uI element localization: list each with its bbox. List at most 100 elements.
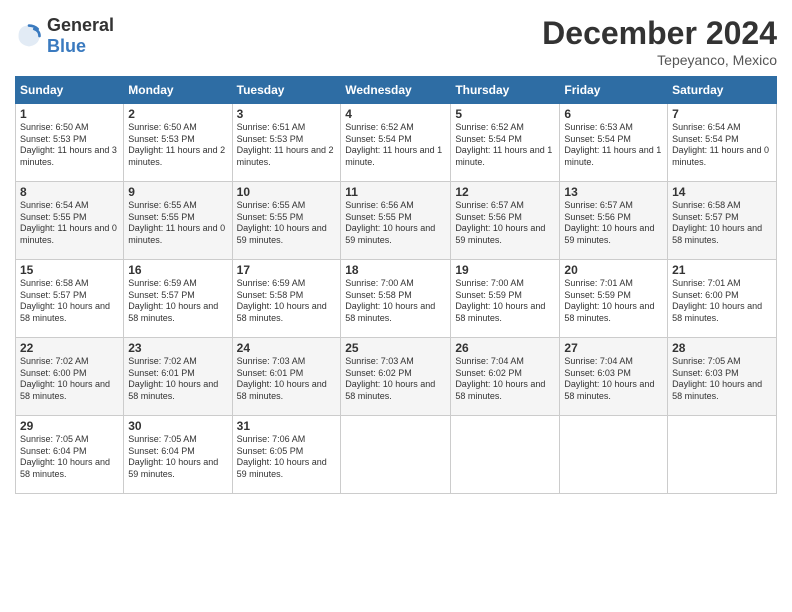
calendar-week-row: 1 Sunrise: 6:50 AMSunset: 5:53 PMDayligh… xyxy=(16,104,777,182)
day-info: Sunrise: 6:51 AMSunset: 5:53 PMDaylight:… xyxy=(237,122,337,169)
calendar-cell: 6 Sunrise: 6:53 AMSunset: 5:54 PMDayligh… xyxy=(560,104,668,182)
calendar-table: SundayMondayTuesdayWednesdayThursdayFrid… xyxy=(15,76,777,494)
header-area: General Blue December 2024 Tepeyanco, Me… xyxy=(15,15,777,68)
day-info: Sunrise: 6:57 AMSunset: 5:56 PMDaylight:… xyxy=(564,200,663,247)
weekday-header: Friday xyxy=(560,77,668,104)
day-number: 25 xyxy=(345,341,446,355)
day-number: 12 xyxy=(455,185,555,199)
day-info: Sunrise: 7:05 AMSunset: 6:04 PMDaylight:… xyxy=(128,434,227,481)
weekday-header: Wednesday xyxy=(341,77,451,104)
calendar-cell: 11 Sunrise: 6:56 AMSunset: 5:55 PMDaylig… xyxy=(341,182,451,260)
logo-blue: Blue xyxy=(47,36,86,56)
calendar-cell: 14 Sunrise: 6:58 AMSunset: 5:57 PMDaylig… xyxy=(668,182,777,260)
day-number: 23 xyxy=(128,341,227,355)
calendar-cell: 29 Sunrise: 7:05 AMSunset: 6:04 PMDaylig… xyxy=(16,416,124,494)
calendar-cell xyxy=(451,416,560,494)
calendar-cell: 24 Sunrise: 7:03 AMSunset: 6:01 PMDaylig… xyxy=(232,338,341,416)
calendar-cell: 5 Sunrise: 6:52 AMSunset: 5:54 PMDayligh… xyxy=(451,104,560,182)
day-number: 7 xyxy=(672,107,772,121)
day-number: 29 xyxy=(20,419,119,433)
day-info: Sunrise: 7:01 AMSunset: 5:59 PMDaylight:… xyxy=(564,278,663,325)
calendar-cell: 19 Sunrise: 7:00 AMSunset: 5:59 PMDaylig… xyxy=(451,260,560,338)
calendar-cell: 26 Sunrise: 7:04 AMSunset: 6:02 PMDaylig… xyxy=(451,338,560,416)
logo-text: General Blue xyxy=(47,15,114,57)
calendar-cell: 28 Sunrise: 7:05 AMSunset: 6:03 PMDaylig… xyxy=(668,338,777,416)
calendar-cell xyxy=(668,416,777,494)
day-number: 1 xyxy=(20,107,119,121)
weekday-header: Thursday xyxy=(451,77,560,104)
day-info: Sunrise: 7:00 AMSunset: 5:58 PMDaylight:… xyxy=(345,278,446,325)
day-number: 6 xyxy=(564,107,663,121)
day-number: 8 xyxy=(20,185,119,199)
day-number: 11 xyxy=(345,185,446,199)
day-number: 17 xyxy=(237,263,337,277)
calendar-cell: 20 Sunrise: 7:01 AMSunset: 5:59 PMDaylig… xyxy=(560,260,668,338)
calendar-cell: 3 Sunrise: 6:51 AMSunset: 5:53 PMDayligh… xyxy=(232,104,341,182)
day-info: Sunrise: 6:58 AMSunset: 5:57 PMDaylight:… xyxy=(20,278,119,325)
day-info: Sunrise: 6:59 AMSunset: 5:58 PMDaylight:… xyxy=(237,278,337,325)
day-number: 3 xyxy=(237,107,337,121)
calendar-cell: 30 Sunrise: 7:05 AMSunset: 6:04 PMDaylig… xyxy=(124,416,232,494)
day-info: Sunrise: 6:53 AMSunset: 5:54 PMDaylight:… xyxy=(564,122,663,169)
day-info: Sunrise: 7:01 AMSunset: 6:00 PMDaylight:… xyxy=(672,278,772,325)
day-number: 24 xyxy=(237,341,337,355)
day-info: Sunrise: 7:02 AMSunset: 6:00 PMDaylight:… xyxy=(20,356,119,403)
day-info: Sunrise: 7:05 AMSunset: 6:04 PMDaylight:… xyxy=(20,434,119,481)
calendar-cell: 15 Sunrise: 6:58 AMSunset: 5:57 PMDaylig… xyxy=(16,260,124,338)
day-info: Sunrise: 7:04 AMSunset: 6:02 PMDaylight:… xyxy=(455,356,555,403)
day-number: 21 xyxy=(672,263,772,277)
day-info: Sunrise: 6:58 AMSunset: 5:57 PMDaylight:… xyxy=(672,200,772,247)
calendar-cell: 7 Sunrise: 6:54 AMSunset: 5:54 PMDayligh… xyxy=(668,104,777,182)
day-info: Sunrise: 7:06 AMSunset: 6:05 PMDaylight:… xyxy=(237,434,337,481)
weekday-header: Saturday xyxy=(668,77,777,104)
calendar-cell: 17 Sunrise: 6:59 AMSunset: 5:58 PMDaylig… xyxy=(232,260,341,338)
weekday-header: Sunday xyxy=(16,77,124,104)
day-number: 16 xyxy=(128,263,227,277)
day-info: Sunrise: 6:50 AMSunset: 5:53 PMDaylight:… xyxy=(20,122,119,169)
month-title: December 2024 xyxy=(542,15,777,52)
day-number: 4 xyxy=(345,107,446,121)
calendar-cell: 31 Sunrise: 7:06 AMSunset: 6:05 PMDaylig… xyxy=(232,416,341,494)
weekday-header: Monday xyxy=(124,77,232,104)
day-number: 14 xyxy=(672,185,772,199)
day-info: Sunrise: 6:54 AMSunset: 5:54 PMDaylight:… xyxy=(672,122,772,169)
day-info: Sunrise: 7:02 AMSunset: 6:01 PMDaylight:… xyxy=(128,356,227,403)
day-number: 18 xyxy=(345,263,446,277)
calendar-cell: 27 Sunrise: 7:04 AMSunset: 6:03 PMDaylig… xyxy=(560,338,668,416)
calendar-cell: 8 Sunrise: 6:54 AMSunset: 5:55 PMDayligh… xyxy=(16,182,124,260)
calendar-cell: 18 Sunrise: 7:00 AMSunset: 5:58 PMDaylig… xyxy=(341,260,451,338)
calendar-week-row: 29 Sunrise: 7:05 AMSunset: 6:04 PMDaylig… xyxy=(16,416,777,494)
day-number: 5 xyxy=(455,107,555,121)
day-number: 10 xyxy=(237,185,337,199)
day-info: Sunrise: 6:52 AMSunset: 5:54 PMDaylight:… xyxy=(455,122,555,169)
day-info: Sunrise: 6:55 AMSunset: 5:55 PMDaylight:… xyxy=(237,200,337,247)
day-number: 2 xyxy=(128,107,227,121)
day-info: Sunrise: 7:00 AMSunset: 5:59 PMDaylight:… xyxy=(455,278,555,325)
day-info: Sunrise: 6:59 AMSunset: 5:57 PMDaylight:… xyxy=(128,278,227,325)
calendar-cell: 13 Sunrise: 6:57 AMSunset: 5:56 PMDaylig… xyxy=(560,182,668,260)
day-number: 26 xyxy=(455,341,555,355)
calendar-week-row: 15 Sunrise: 6:58 AMSunset: 5:57 PMDaylig… xyxy=(16,260,777,338)
day-info: Sunrise: 7:04 AMSunset: 6:03 PMDaylight:… xyxy=(564,356,663,403)
calendar-cell: 10 Sunrise: 6:55 AMSunset: 5:55 PMDaylig… xyxy=(232,182,341,260)
day-info: Sunrise: 7:03 AMSunset: 6:01 PMDaylight:… xyxy=(237,356,337,403)
logo-icon xyxy=(15,22,43,50)
day-info: Sunrise: 6:52 AMSunset: 5:54 PMDaylight:… xyxy=(345,122,446,169)
calendar-cell: 12 Sunrise: 6:57 AMSunset: 5:56 PMDaylig… xyxy=(451,182,560,260)
weekday-header-row: SundayMondayTuesdayWednesdayThursdayFrid… xyxy=(16,77,777,104)
day-number: 13 xyxy=(564,185,663,199)
day-number: 15 xyxy=(20,263,119,277)
calendar-cell: 1 Sunrise: 6:50 AMSunset: 5:53 PMDayligh… xyxy=(16,104,124,182)
day-info: Sunrise: 6:54 AMSunset: 5:55 PMDaylight:… xyxy=(20,200,119,247)
day-info: Sunrise: 6:50 AMSunset: 5:53 PMDaylight:… xyxy=(128,122,227,169)
calendar-cell xyxy=(341,416,451,494)
calendar-cell xyxy=(560,416,668,494)
calendar-cell: 21 Sunrise: 7:01 AMSunset: 6:00 PMDaylig… xyxy=(668,260,777,338)
day-number: 22 xyxy=(20,341,119,355)
calendar-cell: 25 Sunrise: 7:03 AMSunset: 6:02 PMDaylig… xyxy=(341,338,451,416)
main-container: General Blue December 2024 Tepeyanco, Me… xyxy=(0,0,792,504)
day-number: 9 xyxy=(128,185,227,199)
day-number: 28 xyxy=(672,341,772,355)
calendar-cell: 16 Sunrise: 6:59 AMSunset: 5:57 PMDaylig… xyxy=(124,260,232,338)
calendar-cell: 4 Sunrise: 6:52 AMSunset: 5:54 PMDayligh… xyxy=(341,104,451,182)
